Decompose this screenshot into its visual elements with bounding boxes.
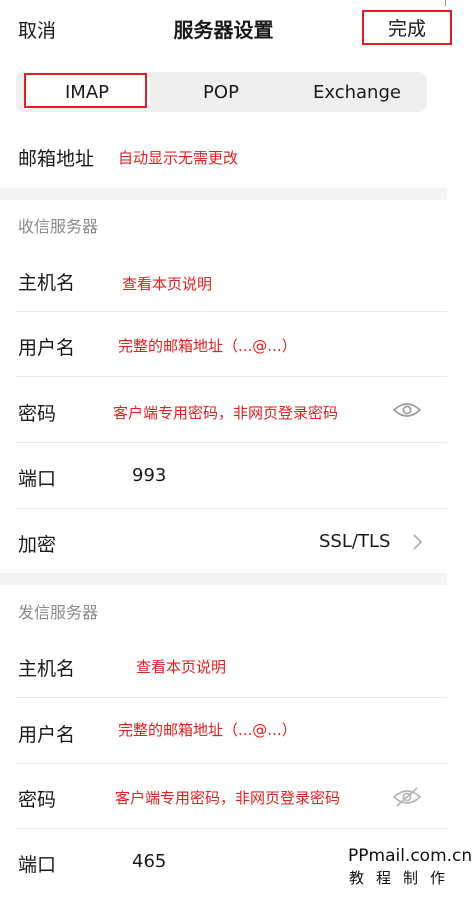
tab-exchange[interactable]: Exchange: [292, 72, 422, 112]
incoming-password-field[interactable]: 客户端专用密码，非网页登录密码: [113, 402, 338, 423]
divider: [16, 697, 447, 698]
encryption-label: 加密: [18, 534, 57, 556]
incoming-port-label: 端口: [18, 468, 57, 490]
section-separator: [0, 573, 447, 585]
outgoing-section-title: 发信服务器: [18, 603, 99, 622]
incoming-port-field[interactable]: 993: [132, 465, 166, 486]
scroll-indicator: [445, 0, 446, 6]
divider: [16, 311, 447, 312]
outgoing-host-label: 主机名: [18, 658, 76, 680]
divider: [16, 508, 447, 509]
divider: [16, 376, 447, 377]
eye-icon[interactable]: [393, 402, 421, 418]
incoming-host-label: 主机名: [18, 272, 76, 294]
incoming-section-title: 收信服务器: [18, 217, 99, 236]
done-button-label: 完成: [387, 18, 426, 40]
done-button[interactable]: 完成: [362, 10, 452, 45]
watermark-site: PPmail.com.cn: [348, 846, 473, 866]
outgoing-port-label: 端口: [18, 854, 57, 876]
incoming-password-label: 密码: [18, 403, 57, 425]
incoming-user-label: 用户名: [18, 337, 76, 359]
chevron-right-icon[interactable]: [411, 533, 423, 551]
tab-pop-label: POP: [203, 81, 239, 103]
outgoing-host-field[interactable]: 查看本页说明: [136, 656, 226, 677]
tab-exchange-label: Exchange: [313, 81, 401, 103]
eye-off-icon[interactable]: [393, 787, 421, 807]
divider: [16, 828, 447, 829]
mailbox-label: 邮箱地址: [18, 148, 95, 170]
encryption-value[interactable]: SSL/TLS: [319, 531, 390, 552]
outgoing-user-field[interactable]: 完整的邮箱地址（...@...）: [118, 719, 297, 740]
incoming-host-field[interactable]: 查看本页说明: [122, 273, 212, 294]
divider: [16, 442, 447, 443]
watermark-caption: 教程制作: [349, 869, 458, 887]
outgoing-password-field[interactable]: 客户端专用密码，非网页登录密码: [115, 787, 340, 808]
section-separator: [0, 188, 447, 200]
outgoing-port-field[interactable]: 465: [132, 851, 166, 872]
incoming-user-field[interactable]: 完整的邮箱地址（...@...）: [118, 335, 297, 356]
outgoing-user-label: 用户名: [18, 724, 76, 746]
outgoing-password-label: 密码: [18, 789, 57, 811]
imap-highlight-box: [24, 73, 147, 108]
mailbox-note: 自动显示无需更改: [118, 149, 239, 167]
divider: [16, 763, 447, 764]
tab-pop[interactable]: POP: [156, 72, 286, 112]
